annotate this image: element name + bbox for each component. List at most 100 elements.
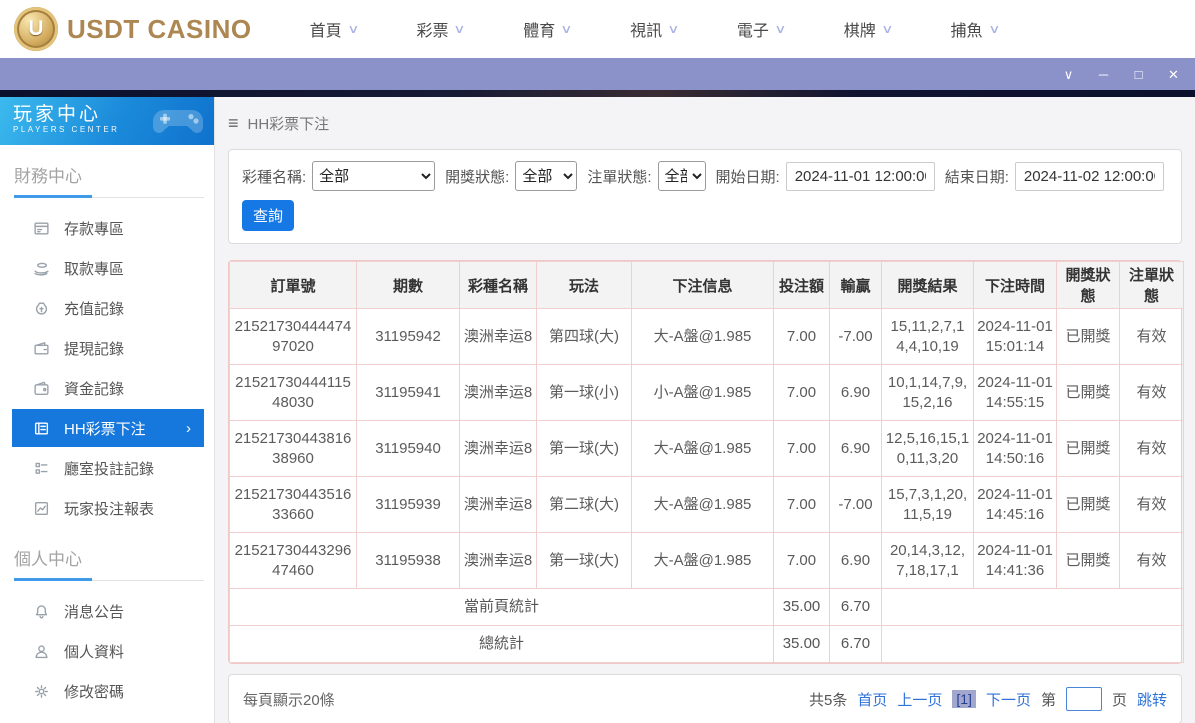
sidebar-item-withdrawal-record[interactable]: 提現記錄 [0, 328, 214, 368]
brand-logo[interactable]: U USDT CASINO [14, 7, 252, 51]
table-cell: 15,11,2,7,14,4,10,19 [881, 308, 974, 365]
table-row: 2152173044447497020 31195942 澳洲幸运8 第四球(大) 大-… [229, 308, 1184, 365]
chevron-down-icon: ∨ [453, 22, 467, 36]
main-nav: 首頁 ∨ 彩票 ∨ 體育 ∨ 視訊 ∨ 電子 ∨ 棋牌 ∨ 捕魚 ∨ [310, 17, 1001, 41]
table-cell: 第一球(小) [536, 364, 632, 421]
window-close-button[interactable]: ✕ [1166, 68, 1181, 81]
table-cell: 澳洲幸运8 [459, 308, 537, 365]
nav-item-slots-menu[interactable]: 電子 ∨ [737, 17, 787, 41]
column-header: 訂單號 [229, 261, 357, 309]
sidebar-item-withdraw[interactable]: 取款專區 [0, 248, 214, 288]
table-cell: 10,1,14,7,9,15,2,16 [881, 364, 974, 421]
draw-status-label: 開獎狀態: [445, 168, 510, 186]
column-header: 輸贏 [829, 261, 882, 309]
nav-item-cards-menu[interactable]: 棋牌 ∨ [844, 17, 894, 41]
sidebar-item-room-bets[interactable]: 廳室投註記錄 [0, 448, 214, 488]
sidebar-item-deposit[interactable]: 存款專區 [0, 208, 214, 248]
table-cell: 7.00 [773, 308, 830, 365]
table-cell: 有效 [1119, 420, 1184, 477]
chevron-down-icon: ∨ [987, 22, 1001, 36]
nav-item-label: 體育 [523, 23, 556, 40]
end-date-input[interactable] [1014, 161, 1164, 191]
page-jump-input[interactable] [1065, 687, 1102, 711]
nav-item-home-menu[interactable]: 首頁 ∨ [310, 17, 360, 41]
summary-empty-cell [881, 625, 1184, 663]
table-cell: 31195941 [356, 364, 460, 421]
table-cell: 15,7,3,1,20,11,5,19 [881, 476, 974, 533]
lottery-name-select[interactable]: 全部 [312, 161, 436, 191]
prev-page-link[interactable]: 上一页 [897, 689, 942, 710]
window-minimize-button[interactable]: ─ [1096, 68, 1111, 81]
table-cell: 有效 [1119, 364, 1184, 421]
sidebar-item-label: 廳室投註記錄 [64, 460, 155, 478]
first-page-link[interactable]: 首页 [857, 689, 887, 710]
sidebar-item-label: 取款專區 [64, 260, 125, 278]
usdt-coin-icon: U [14, 7, 58, 51]
order-status-select[interactable]: 全部 [657, 161, 706, 191]
table-cell: 澳洲幸运8 [459, 364, 537, 421]
page-summary-row: 當前頁統計 35.00 6.70 [229, 588, 1184, 626]
header-divider-strip [0, 90, 1195, 97]
table-row: 2152173044411548030 31195941 澳洲幸运8 第一球(小) 小-… [229, 364, 1184, 421]
window-maximize-button[interactable]: □ [1131, 68, 1146, 81]
sidebar-item-label: 提現記錄 [64, 340, 125, 358]
section-divider [14, 578, 204, 581]
jump-action-link[interactable]: 跳转 [1137, 689, 1167, 710]
profile-icon [33, 642, 51, 660]
table-cell: 31195942 [356, 308, 460, 365]
nav-item-lottery-menu[interactable]: 彩票 ∨ [416, 17, 467, 41]
sidebar-item-recharge-record[interactable]: 充值記錄 [0, 288, 214, 328]
start-date-input[interactable] [785, 161, 935, 191]
sidebar-item-password[interactable]: 修改密碼 [0, 671, 214, 711]
password-icon [33, 682, 51, 700]
window-chevron-down-button[interactable]: ∨ [1061, 68, 1076, 81]
deposit-icon [33, 219, 51, 237]
table-cell: 有效 [1119, 532, 1184, 589]
table-row: 2152173044329647460 31195938 澳洲幸运8 第一球(大) 大-… [229, 532, 1184, 589]
summary-empty-cell [881, 588, 1184, 626]
table-cell: 大-A盤@1.985 [631, 308, 774, 365]
nav-item-sports-menu[interactable]: 體育 ∨ [523, 17, 573, 41]
sidebar-item-lottery-bets[interactable]: HH彩票下注 › [12, 409, 204, 447]
sidebar-item-profile[interactable]: 個人資料 [0, 631, 214, 671]
brand-name: USDT CASINO [67, 13, 252, 44]
sidebar-item-label: HH彩票下注 [64, 420, 146, 438]
next-page-link[interactable]: 下一页 [986, 689, 1031, 710]
summary-winloss: 6.70 [829, 625, 882, 663]
chevron-down-icon: ∨ [774, 22, 787, 36]
table-cell: -7.00 [829, 308, 882, 365]
sidebar-item-announcement[interactable]: 消息公告 [0, 591, 214, 631]
total-summary-row: 總統計 35.00 6.70 [229, 625, 1184, 663]
nav-item-label: 彩票 [416, 23, 449, 40]
sidebar-item-label: 修改密碼 [64, 683, 125, 701]
search-button[interactable]: 查詢 [242, 200, 294, 231]
sidebar-item-player-report[interactable]: 玩家投注報表 [0, 488, 214, 528]
sidebar-item-label: 玩家投注報表 [64, 500, 155, 518]
sidebar-item-funds-record[interactable]: 資金記錄 [0, 368, 214, 408]
column-header: 注單狀態 [1119, 261, 1184, 309]
table-row: 2152173044351633660 31195939 澳洲幸运8 第二球(大) 大-… [229, 476, 1184, 533]
room-bets-icon [33, 459, 51, 477]
table-cell: 20,14,3,12,7,18,17,1 [881, 532, 974, 589]
summary-label: 總統計 [229, 625, 774, 663]
recharge-record-icon [33, 299, 51, 317]
table-cell: 小-A盤@1.985 [631, 364, 774, 421]
draw-status-select[interactable]: 全部 [515, 161, 578, 191]
page-title: HH彩票下注 [247, 115, 330, 133]
chevron-down-icon: ∨ [667, 22, 680, 36]
order-status-label: 注單狀態: [587, 168, 652, 186]
table-cell: 7.00 [773, 420, 830, 477]
table-cell: 6.90 [829, 532, 882, 589]
top-header: U USDT CASINO 首頁 ∨ 彩票 ∨ 體育 ∨ 視訊 ∨ 電子 ∨ 棋牌 ∨ 捕魚 ∨ [0, 0, 1195, 58]
sidebar-item-label: 資金記錄 [64, 380, 125, 398]
table-cell: 大-A盤@1.985 [631, 476, 774, 533]
lottery-name-label: 彩種名稱: [242, 168, 307, 186]
table-cell: 6.90 [829, 420, 882, 477]
window-controls: ∨ ─ □ ✕ [1061, 68, 1181, 81]
nav-item-live-menu[interactable]: 視訊 ∨ [630, 17, 680, 41]
column-header: 投注額 [773, 261, 830, 309]
nav-item-fishing-menu[interactable]: 捕魚 ∨ [951, 17, 1001, 41]
table-cell: 2152173044447497020 [229, 308, 357, 365]
menu-toggle-icon[interactable]: ≡ [228, 113, 239, 134]
table-cell: 大-A盤@1.985 [631, 532, 774, 589]
